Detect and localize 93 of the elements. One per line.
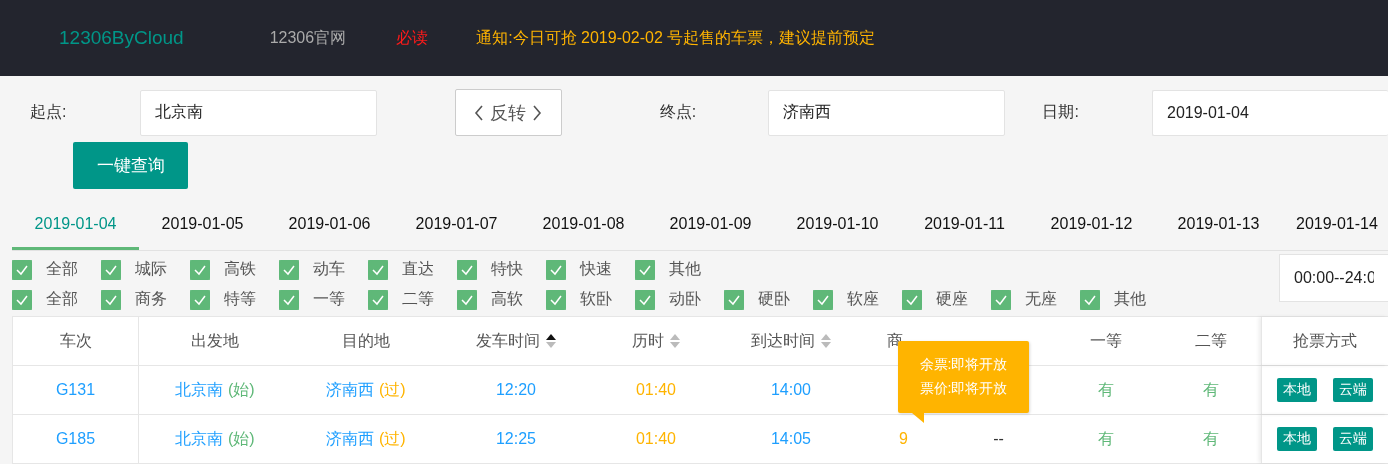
checkbox-label: 城际 bbox=[135, 259, 167, 279]
checkbox[interactable] bbox=[368, 289, 388, 310]
checkbox-label: 二等 bbox=[402, 289, 434, 309]
checkbox-label: 其他 bbox=[669, 259, 701, 279]
checkbox[interactable] bbox=[1080, 289, 1100, 310]
checkbox[interactable] bbox=[813, 289, 833, 310]
checkbox-label: 动卧 bbox=[669, 289, 701, 309]
checkbox-label: 直达 bbox=[402, 259, 434, 279]
column-header: 二等 bbox=[1195, 330, 1227, 351]
checkbox[interactable] bbox=[101, 289, 121, 310]
checkbox[interactable] bbox=[724, 289, 744, 310]
departure-station: 北京南 (始) bbox=[175, 379, 255, 400]
checkbox-label: 无座 bbox=[1025, 289, 1057, 309]
tooltip-text: 票价:即将开放 bbox=[919, 380, 1008, 398]
departure-time: 12:25 bbox=[495, 430, 536, 448]
checkbox-label: 全部 bbox=[46, 259, 78, 279]
checkbox-label: 高软 bbox=[491, 289, 523, 309]
checkbox-label: 快速 bbox=[580, 259, 612, 279]
chevron-right-icon bbox=[532, 104, 543, 121]
date-tab[interactable]: 2019-01-06 bbox=[266, 198, 393, 250]
date-tab[interactable]: 2019-01-09 bbox=[647, 198, 774, 250]
from-label: 起点: bbox=[30, 102, 68, 122]
arrival-time: 14:00 bbox=[770, 381, 811, 399]
grab-ticket-button[interactable]: 本地 bbox=[1277, 427, 1317, 451]
column-header: 抢票方式 bbox=[1293, 330, 1357, 351]
date-tab[interactable]: 2019-01-10 bbox=[774, 198, 901, 250]
nav-link[interactable]: 12306官网 bbox=[269, 27, 347, 49]
column-header: 一等 bbox=[1090, 330, 1122, 351]
arrival-station: 济南西 (过) bbox=[326, 428, 406, 449]
checkbox[interactable] bbox=[12, 289, 32, 310]
checkbox-label: 特等 bbox=[224, 289, 256, 309]
arrival-station: 济南西 (过) bbox=[326, 379, 406, 400]
date-tab[interactable]: 2019-01-05 bbox=[139, 198, 266, 250]
column-header: 到达时间 bbox=[751, 330, 815, 351]
checkbox-label: 动车 bbox=[313, 259, 345, 279]
column-header: 出发地 bbox=[191, 330, 239, 351]
grab-ticket-button[interactable]: 云端 bbox=[1333, 427, 1373, 451]
brand-link[interactable]: 12306ByCloud bbox=[59, 27, 184, 49]
query-button[interactable]: 一键查询 bbox=[73, 142, 188, 189]
checkbox[interactable] bbox=[279, 289, 299, 310]
seat-count[interactable]: -- bbox=[993, 430, 1004, 448]
date-label: 日期: bbox=[1042, 102, 1080, 122]
column-header: 历时 bbox=[632, 330, 664, 351]
checkbox[interactable] bbox=[902, 289, 922, 310]
checkbox-label: 全部 bbox=[46, 289, 78, 309]
checkbox[interactable] bbox=[635, 289, 655, 310]
date-tab[interactable]: 2019-01-07 bbox=[393, 198, 520, 250]
checkbox-label: 软卧 bbox=[580, 289, 612, 309]
duration: 01:40 bbox=[635, 381, 676, 399]
checkbox[interactable] bbox=[12, 259, 32, 280]
checkbox[interactable] bbox=[457, 259, 477, 280]
column-header: 目的地 bbox=[342, 330, 390, 351]
checkbox-label: 硬座 bbox=[936, 289, 968, 309]
from-field[interactable]: 北京南 bbox=[139, 89, 377, 136]
grab-ticket-button[interactable]: 本地 bbox=[1277, 378, 1317, 402]
date-tab[interactable]: 2019-01-11 bbox=[901, 198, 1028, 250]
to-label: 终点: bbox=[659, 102, 698, 122]
checkbox[interactable] bbox=[635, 259, 655, 280]
column-header: 发车时间 bbox=[476, 330, 540, 351]
checkbox-label: 硬卧 bbox=[758, 289, 790, 309]
date-field[interactable]: 2019-01-04 bbox=[1152, 89, 1388, 136]
checkbox-label: 软座 bbox=[847, 289, 879, 309]
checkbox[interactable] bbox=[101, 259, 121, 280]
arrival-time: 14:05 bbox=[770, 430, 811, 448]
date-tab[interactable]: 2019-01-13 bbox=[1155, 198, 1282, 250]
checkbox[interactable] bbox=[279, 259, 299, 280]
grab-ticket-button[interactable]: 云端 bbox=[1333, 378, 1373, 402]
checkbox[interactable] bbox=[190, 289, 210, 310]
checkbox[interactable] bbox=[457, 289, 477, 310]
notice-text: 通知:今日可抢 2019-02-02 号起售的车票，建议提前预定 bbox=[476, 27, 876, 48]
date-tab[interactable]: 2019-01-12 bbox=[1028, 198, 1155, 250]
checkbox[interactable] bbox=[991, 289, 1011, 310]
departure-station: 北京南 (始) bbox=[175, 428, 255, 449]
checkbox[interactable] bbox=[368, 259, 388, 280]
sort-icon[interactable] bbox=[546, 333, 556, 349]
checkbox[interactable] bbox=[190, 259, 210, 280]
column-header: 车次 bbox=[59, 330, 92, 351]
checkbox-label: 其他 bbox=[1114, 289, 1146, 309]
to-field[interactable]: 济南西 bbox=[768, 89, 1006, 136]
date-tab[interactable]: 2019-01-14 bbox=[1282, 198, 1378, 250]
departure-time: 12:20 bbox=[495, 381, 536, 399]
duration: 01:40 bbox=[635, 430, 676, 448]
checkbox-label: 一等 bbox=[313, 289, 345, 309]
must-read-link[interactable]: 必读 bbox=[396, 27, 429, 49]
checkbox[interactable] bbox=[546, 259, 566, 280]
checkbox-label: 高铁 bbox=[224, 259, 256, 279]
checkbox-label: 商务 bbox=[135, 289, 167, 309]
tooltip-text: 余票:即将开放 bbox=[919, 356, 1008, 374]
chevron-left-icon bbox=[474, 104, 485, 121]
swap-button[interactable]: 反转 bbox=[454, 89, 562, 136]
checkbox-label: 特快 bbox=[491, 259, 523, 279]
checkbox[interactable] bbox=[546, 289, 566, 310]
date-tab[interactable]: 2019-01-08 bbox=[520, 198, 647, 250]
